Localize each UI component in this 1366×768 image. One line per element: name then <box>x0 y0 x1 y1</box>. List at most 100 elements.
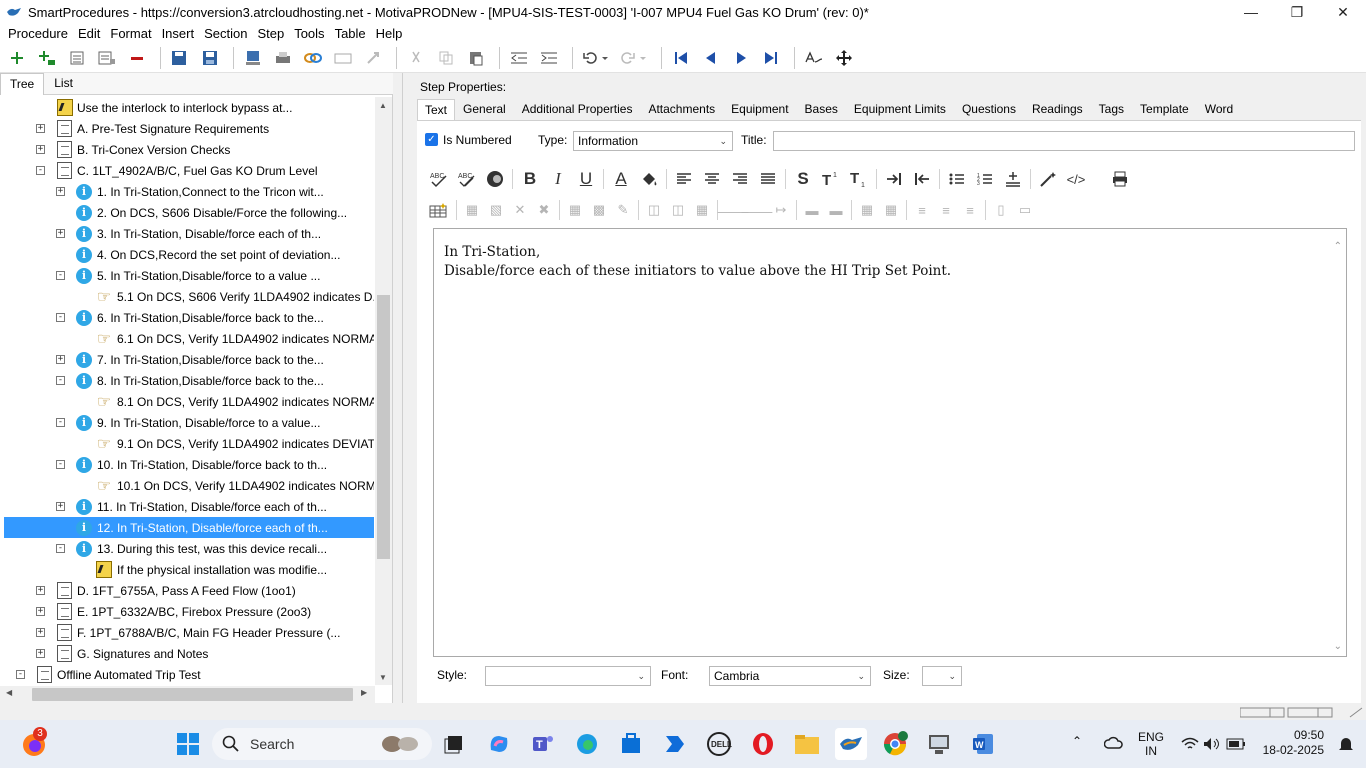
tree-row[interactable]: - i 9. In Tri-Station, Disable/force to … <box>0 412 374 433</box>
cell-edit-icon[interactable]: ✎ <box>611 197 635 223</box>
underline-button[interactable]: U <box>572 166 600 192</box>
tree-row[interactable]: + D. 1FT_6755A, Pass A Feed Flow (1oo1) <box>0 580 374 603</box>
tree-row-selected[interactable]: i 12. In Tri-Station, Disable/force each… <box>4 517 374 538</box>
source-code-icon[interactable]: </> <box>1062 166 1090 192</box>
tree-row[interactable]: - i 5. In Tri-Station,Disable/force to a… <box>0 265 374 286</box>
menu-procedure[interactable]: Procedure <box>3 26 73 41</box>
menu-edit[interactable]: Edit <box>73 26 105 41</box>
list-edit-icon[interactable] <box>94 45 120 71</box>
collapse-icon[interactable]: - <box>56 313 65 322</box>
collapse-icon[interactable]: - <box>36 166 45 175</box>
insert-column-right-icon[interactable]: ◫ <box>666 197 690 223</box>
menu-insert[interactable]: Insert <box>157 26 200 41</box>
tree-row[interactable]: - i 10. In Tri-Station, Disable/force ba… <box>0 454 374 475</box>
numbered-list-icon[interactable]: 123 <box>971 166 999 192</box>
scroll-right-icon[interactable]: ▶ <box>361 688 367 697</box>
dell-icon[interactable]: DELL <box>703 728 735 760</box>
expand-icon[interactable]: + <box>36 607 45 616</box>
store-icon[interactable] <box>615 728 647 760</box>
insert-row-below-icon[interactable]: ⸻ <box>741 197 773 223</box>
clock[interactable]: 09:50 18-02-2025 <box>1260 728 1324 758</box>
chevron-down-icon[interactable]: ⌄ <box>1334 641 1342 652</box>
increase-indent-icon[interactable] <box>880 166 908 192</box>
step-text-editor[interactable]: In Tri-Station, Disable/force each of th… <box>433 228 1347 657</box>
align-left-icon[interactable] <box>670 166 698 192</box>
insert-field-icon[interactable] <box>330 45 356 71</box>
tree-row[interactable]: ☞ 10.1 On DCS, Verify 1LDA4902 indicates… <box>0 475 374 496</box>
expand-icon[interactable]: + <box>36 628 45 637</box>
tree-row[interactable]: i 2. On DCS, S606 Disable/Force the foll… <box>0 202 374 223</box>
minimize-button[interactable]: — <box>1228 0 1274 24</box>
delete-column-icon[interactable]: ▧ <box>484 197 508 223</box>
tab-general[interactable]: General <box>455 99 514 120</box>
font-color-icon[interactable]: A <box>607 166 635 192</box>
tree-vertical-scrollbar[interactable]: ▲ ▼ <box>375 97 392 685</box>
battery-icon[interactable] <box>1220 728 1252 760</box>
file-explorer-icon[interactable] <box>791 728 823 760</box>
tab-list[interactable]: List <box>44 72 83 94</box>
scroll-left-icon[interactable]: ◀ <box>6 688 12 697</box>
merge-cell-icon[interactable]: ▬ <box>824 197 848 223</box>
chrome-icon[interactable] <box>879 728 911 760</box>
tree-row[interactable]: + F. 1PT_6788A/B/C, Main FG Header Press… <box>0 622 374 645</box>
expand-icon[interactable]: + <box>36 124 45 133</box>
delete-row-icon[interactable]: ✕ <box>508 197 532 223</box>
tab-tree[interactable]: Tree <box>0 73 45 95</box>
tree-row[interactable]: - C. 1LT_4902A/B/C, Fuel Gas KO Drum Lev… <box>0 160 374 183</box>
tree-row[interactable]: ☞ 9.1 On DCS, Verify 1LDA4902 indicates … <box>0 433 374 454</box>
tree-row[interactable]: ☞ 6.1 On DCS, Verify 1LDA4902 indicates … <box>0 328 374 349</box>
fill-color-icon[interactable] <box>635 166 663 192</box>
redo-icon[interactable] <box>617 45 651 71</box>
menu-help[interactable]: Help <box>371 26 408 41</box>
title-input[interactable] <box>773 131 1355 151</box>
table-properties-icon[interactable]: ▦ <box>460 197 484 223</box>
cut-icon[interactable] <box>403 45 429 71</box>
outdent-icon[interactable] <box>506 45 532 71</box>
tab-readings[interactable]: Readings <box>1024 99 1091 120</box>
expand-icon[interactable]: + <box>36 145 45 154</box>
windows-start-icon[interactable] <box>172 728 204 760</box>
decrease-indent-icon[interactable] <box>908 166 936 192</box>
subscript-icon[interactable]: T1 <box>845 166 873 192</box>
spellcheck-as-you-type-icon[interactable]: ABC <box>453 166 481 192</box>
tab-tags[interactable]: Tags <box>1091 99 1132 120</box>
tree-row[interactable]: - i 13. During this test, was this devic… <box>0 538 374 559</box>
language-indicator[interactable]: ENG IN <box>1138 730 1164 758</box>
maximize-button[interactable]: ❐ <box>1274 0 1320 24</box>
save-copy-icon[interactable] <box>167 45 193 71</box>
redirect-icon[interactable] <box>360 45 386 71</box>
opera-icon[interactable] <box>747 728 779 760</box>
next-step-icon[interactable] <box>728 45 754 71</box>
align-middle-icon[interactable]: ≡ <box>934 197 958 223</box>
tab-bases[interactable]: Bases <box>797 99 846 120</box>
font-select[interactable]: Cambria ⌄ <box>709 666 871 686</box>
indent-icon[interactable] <box>536 45 562 71</box>
tree-row[interactable]: + B. Tri-Conex Version Checks <box>0 139 374 162</box>
scroll-up-icon[interactable]: ▲ <box>379 101 387 110</box>
menu-step[interactable]: Step <box>252 26 289 41</box>
tree-row[interactable]: - i 8. In Tri-Station,Disable/force back… <box>0 370 374 391</box>
tree-row[interactable]: + A. Pre-Test Signature Requirements <box>0 118 374 141</box>
insert-line-icon[interactable] <box>999 166 1027 192</box>
expand-icon[interactable]: + <box>56 229 65 238</box>
edge-icon[interactable] <box>571 728 603 760</box>
align-center-icon[interactable] <box>698 166 726 192</box>
word-icon[interactable]: W <box>967 728 999 760</box>
insert-column-left-icon[interactable]: ◫ <box>642 197 666 223</box>
undo-icon[interactable] <box>579 45 613 71</box>
last-step-icon[interactable] <box>758 45 784 71</box>
align-bottom-icon[interactable]: ≡ <box>958 197 982 223</box>
copilot-icon[interactable] <box>483 728 515 760</box>
tree-row[interactable]: If the physical installation was modifie… <box>0 559 374 580</box>
publish-icon[interactable] <box>240 45 266 71</box>
split-cell-icon[interactable]: ▬ <box>800 197 824 223</box>
collapse-icon[interactable]: - <box>56 544 65 553</box>
tree-horizontal-scrollbar[interactable]: ◀ ▶ <box>0 686 375 703</box>
move-icon[interactable] <box>831 45 857 71</box>
tree-row[interactable]: ☞ 5.1 On DCS, S606 Verify 1LDA4902 indic… <box>0 286 374 307</box>
tree-row[interactable]: ☞ 8.1 On DCS, Verify 1LDA4902 indicates … <box>0 391 374 412</box>
type-select[interactable]: Information ⌄ <box>573 131 733 151</box>
tab-equipment-limits[interactable]: Equipment Limits <box>846 99 954 120</box>
power-automate-icon[interactable] <box>659 728 691 760</box>
tree-row[interactable]: + i 11. In Tri-Station, Disable/force ea… <box>0 496 374 517</box>
